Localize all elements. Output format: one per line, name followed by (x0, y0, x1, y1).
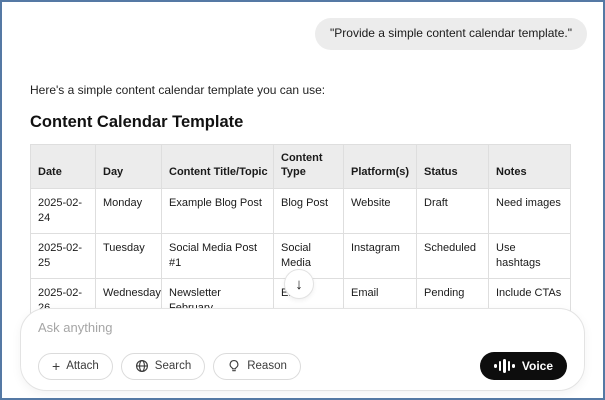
table-header-cell: Day (96, 144, 162, 189)
table-cell: 2025-02-24 (31, 189, 96, 234)
search-button[interactable]: Search (121, 353, 205, 380)
lightbulb-icon (227, 359, 241, 373)
table-cell: Monday (96, 189, 162, 234)
message-input[interactable] (38, 320, 567, 335)
table-header-row: DateDayContent Title/TopicContent TypePl… (31, 144, 571, 189)
table-cell: 2025-02-25 (31, 233, 96, 278)
composer: + Attach Search (20, 308, 585, 391)
user-message-row: "Provide a simple content calendar templ… (2, 2, 603, 50)
user-message-bubble: "Provide a simple content calendar templ… (315, 18, 587, 50)
table-header-cell: Date (31, 144, 96, 189)
table-header-cell: Platform(s) (344, 144, 417, 189)
table-cell: Need images (489, 189, 571, 234)
table-cell: Tuesday (96, 233, 162, 278)
table-header-cell: Notes (489, 144, 571, 189)
table-header-cell: Content Type (274, 144, 344, 189)
table-cell: Draft (417, 189, 489, 234)
assistant-intro-text: Here's a simple content calendar templat… (30, 83, 575, 97)
voice-button[interactable]: Voice (480, 352, 567, 380)
attach-button[interactable]: + Attach (38, 353, 113, 380)
table-cell: Example Blog Post (162, 189, 274, 234)
voice-button-label: Voice (522, 359, 553, 373)
globe-icon (135, 359, 149, 373)
waveform-icon (494, 358, 515, 374)
table-header-cell: Content Title/Topic (162, 144, 274, 189)
table-cell: Use hashtags (489, 233, 571, 278)
table-cell: Instagram (344, 233, 417, 278)
table-cell: Social Media Post #1 (162, 233, 274, 278)
table-cell: Website (344, 189, 417, 234)
table-heading: Content Calendar Template (30, 113, 575, 132)
search-button-label: Search (155, 360, 191, 372)
attach-button-label: Attach (66, 360, 99, 372)
chat-window: "Provide a simple content calendar templ… (0, 0, 605, 400)
table-row: 2025-02-24MondayExample Blog PostBlog Po… (31, 189, 571, 234)
content-calendar-table: DateDayContent Title/TopicContent TypePl… (30, 144, 571, 336)
plus-icon: + (52, 359, 60, 373)
arrow-down-icon: ↓ (295, 276, 303, 293)
table-cell: Scheduled (417, 233, 489, 278)
reason-button[interactable]: Reason (213, 353, 301, 380)
scroll-to-bottom-button[interactable]: ↓ (284, 269, 314, 299)
reason-button-label: Reason (247, 360, 287, 372)
table-header-cell: Status (417, 144, 489, 189)
table-cell: Blog Post (274, 189, 344, 234)
composer-toolbar: + Attach Search (38, 352, 567, 380)
